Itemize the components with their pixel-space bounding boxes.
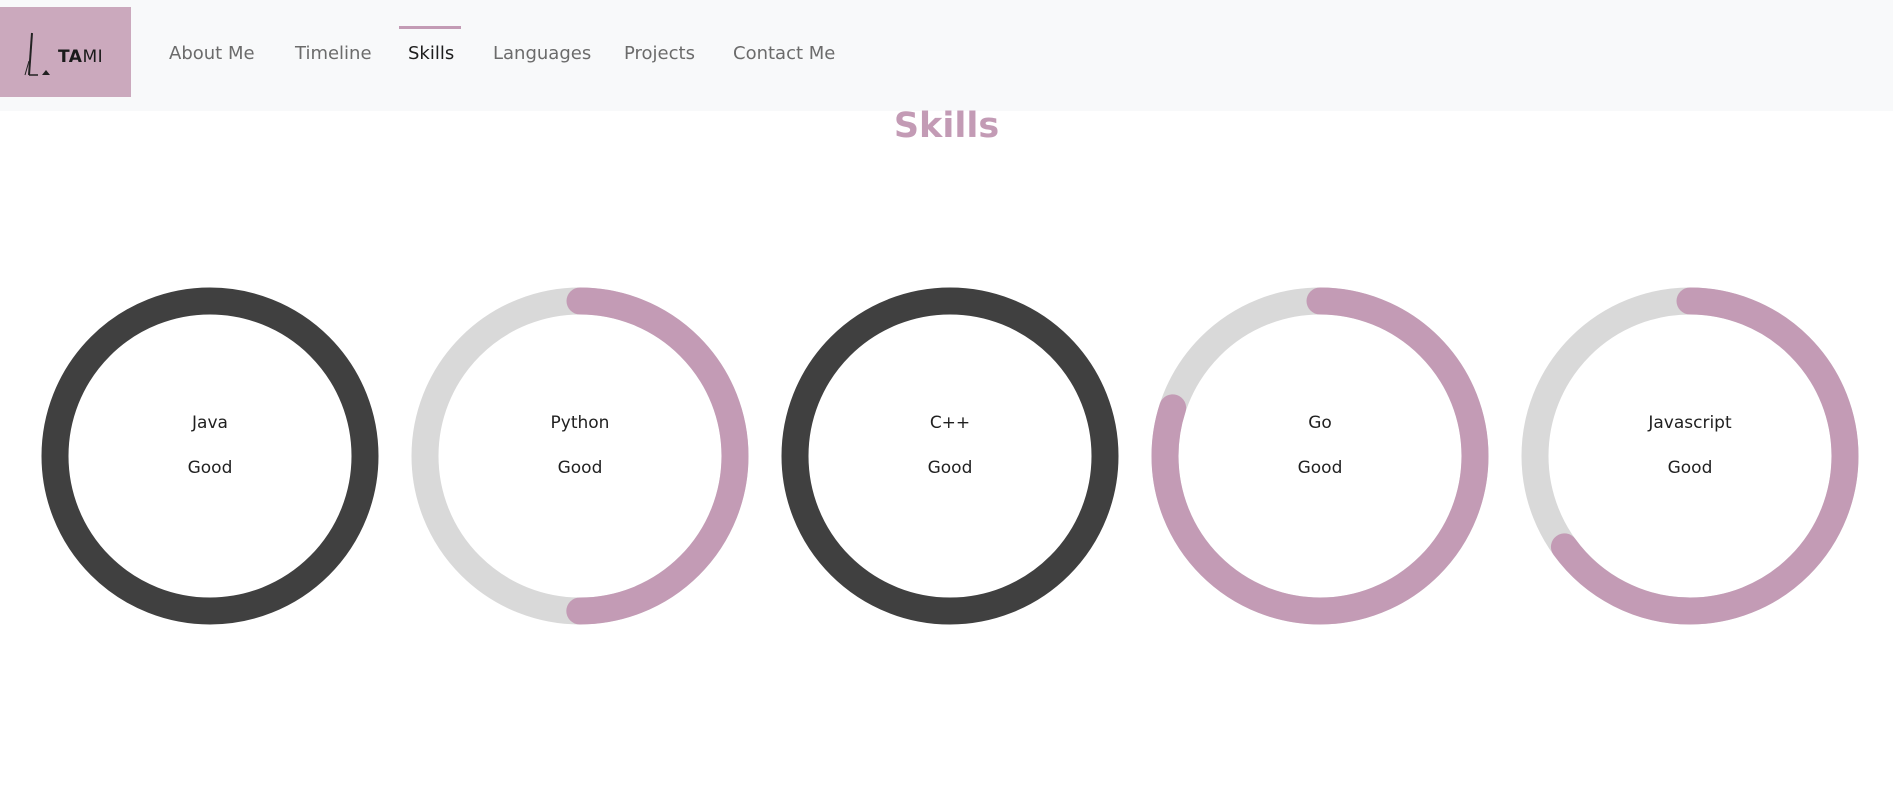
active-nav-indicator [399,26,461,29]
navbar: TAMI About Me Timeline Skills Languages … [0,0,1893,111]
logo[interactable]: TAMI [0,7,131,97]
skill-card-java: Java Good [41,287,379,625]
section-title: Skills [893,106,1000,146]
skill-progress-ring [1151,287,1489,625]
skill-name: Python [550,413,610,433]
skill-progress-ring [41,287,379,625]
logo-brand-light: MI [82,47,104,67]
nav-item-languages[interactable]: Languages [493,43,591,64]
nav-item-skills[interactable]: Skills [408,43,454,64]
skill-name: Go [1308,413,1332,433]
skill-level: Good [1297,458,1343,478]
logo-figure-icon [24,32,50,76]
nav-item-about-me[interactable]: About Me [169,43,255,64]
skill-card-cpp: C++ Good [781,287,1119,625]
skill-level: Good [557,458,603,478]
skill-name: Java [192,413,228,433]
skill-level: Good [1667,458,1713,478]
nav-item-timeline[interactable]: Timeline [295,43,372,64]
nav-item-projects[interactable]: Projects [624,43,695,64]
skill-name: C++ [929,413,971,433]
logo-brand: TAMI [58,47,103,67]
skill-card-python: Python Good [411,287,749,625]
skill-name: Javascript [1648,413,1732,433]
nav-item-contact-me[interactable]: Contact Me [733,43,835,64]
skill-level: Good [187,458,233,478]
logo-brand-bold: TA [58,47,83,67]
skill-level: Good [927,458,973,478]
skill-progress-ring [411,287,749,625]
skill-progress-ring [781,287,1119,625]
skill-progress-ring [1521,287,1859,625]
skill-card-go: Go Good [1151,287,1489,625]
skill-card-javascript: Javascript Good [1521,287,1859,625]
